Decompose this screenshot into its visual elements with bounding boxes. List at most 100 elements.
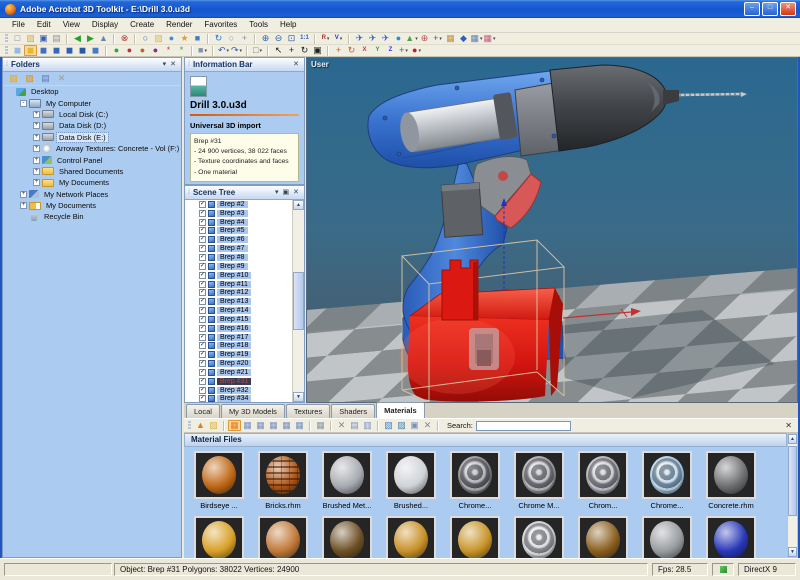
- visibility-checkbox[interactable]: ✓: [199, 272, 206, 279]
- open-file-icon[interactable]: ▨: [24, 33, 37, 44]
- material-item[interactable]: [642, 516, 692, 558]
- material-thumbnail[interactable]: [258, 451, 308, 499]
- snapshot-icon[interactable]: ▦: [444, 33, 457, 44]
- particle-green-icon[interactable]: *: [175, 45, 188, 56]
- scene-tree-close-button[interactable]: ✕: [291, 187, 301, 199]
- axis-z-icon[interactable]: Z: [384, 45, 397, 56]
- dropdown-arrow-icon[interactable]: ▾: [439, 36, 442, 42]
- view-tiles-icon[interactable]: ▦: [293, 420, 306, 431]
- select-arrow-icon[interactable]: ↖: [272, 45, 285, 56]
- redo-icon[interactable]: ↷▾: [230, 45, 243, 56]
- folders-close-button[interactable]: ✕: [168, 59, 178, 71]
- visibility-checkbox[interactable]: ✓: [199, 387, 206, 394]
- navigate-icon[interactable]: ◆: [457, 33, 470, 44]
- material-thumbnail[interactable]: [578, 451, 628, 499]
- folder-item-arroway-textures-concrete-vol-f[interactable]: +Arroway Textures: Concrete - Vol (F:): [3, 143, 181, 154]
- zoom-out-icon[interactable]: ⊖: [272, 33, 285, 44]
- material-item-chrome[interactable]: Chrome...: [450, 451, 500, 510]
- material-thumbnail[interactable]: [578, 516, 628, 558]
- shade-flat-icon[interactable]: ◼: [89, 45, 102, 56]
- select-all-icon[interactable]: ▦: [314, 420, 327, 431]
- rotate-tool-icon[interactable]: ↻: [298, 45, 311, 56]
- material-item-birdseye[interactable]: Birdseye ...: [194, 451, 244, 510]
- visibility-checkbox[interactable]: ✓: [199, 395, 206, 402]
- delete-folder-icon[interactable]: ✕: [55, 73, 68, 84]
- scene-tree-menu-button[interactable]: ▾: [273, 187, 281, 199]
- shade-solid-icon[interactable]: ◼: [50, 45, 63, 56]
- material-dark-icon[interactable]: ●: [149, 45, 162, 56]
- browse-folder-icon[interactable]: ▨: [152, 33, 165, 44]
- folder-item-local-disk-c[interactable]: +Local Disk (C:): [3, 109, 181, 120]
- dropdown-arrow-icon[interactable]: ▾: [340, 36, 343, 42]
- dropdown-arrow-icon[interactable]: ▾: [327, 36, 330, 42]
- back-icon[interactable]: ◀: [71, 33, 84, 44]
- visibility-checkbox[interactable]: ✓: [199, 351, 206, 358]
- material-item[interactable]: [258, 516, 308, 558]
- visibility-checkbox[interactable]: ✓: [199, 316, 206, 323]
- scene-tree-item-brep-17[interactable]: ✓Brep #17: [194, 333, 293, 342]
- material-thumbnail[interactable]: [514, 516, 564, 558]
- render-mode-icon[interactable]: R▾: [319, 33, 332, 44]
- visibility-checkbox[interactable]: ✓: [199, 245, 206, 252]
- pan-icon[interactable]: +: [238, 33, 251, 44]
- material-thumbnail[interactable]: [706, 451, 756, 499]
- folder-item-my-documents[interactable]: +My Documents: [3, 177, 181, 188]
- tab-shaders[interactable]: Shaders: [331, 404, 375, 418]
- material-item-brushed[interactable]: Brushed...: [386, 451, 436, 510]
- view-preset-icon[interactable]: V▾: [332, 33, 345, 44]
- material-sphere-icon[interactable]: ●: [136, 45, 149, 56]
- export-material-icon[interactable]: ▨: [395, 420, 408, 431]
- scene-tree-scrollbar[interactable]: ▲ ▼: [292, 200, 304, 402]
- save-library-icon[interactable]: ▣: [408, 420, 421, 431]
- folder-item-my-computer[interactable]: -My Computer: [3, 97, 181, 108]
- menu-edit[interactable]: Edit: [31, 18, 57, 32]
- visibility-checkbox[interactable]: ✓: [199, 219, 206, 226]
- visibility-checkbox[interactable]: ✓: [199, 334, 206, 341]
- dropdown-arrow-icon[interactable]: ▾: [259, 48, 262, 54]
- scene-tree-item-brep-15[interactable]: ✓Brep #15: [194, 315, 293, 324]
- scene-tree-item-brep-6[interactable]: ✓Brep #6: [194, 235, 293, 244]
- scroll-down-arrow[interactable]: ▼: [293, 392, 304, 402]
- visibility-checkbox[interactable]: ✓: [199, 227, 206, 234]
- visibility-checkbox[interactable]: ✓: [199, 342, 206, 349]
- scene-tree-item-brep-19[interactable]: ✓Brep #19: [194, 350, 293, 359]
- up-one-level-icon[interactable]: ▲: [97, 33, 110, 44]
- scene-tree-item-brep-8[interactable]: ✓Brep #8: [194, 253, 293, 262]
- new-document-icon[interactable]: □: [11, 33, 24, 44]
- scene-tree-item-brep-10[interactable]: ✓Brep #10: [194, 271, 293, 280]
- import-material-icon[interactable]: ▧: [382, 420, 395, 431]
- shade-textured-icon[interactable]: ◼: [63, 45, 76, 56]
- tab-my-3d-models[interactable]: My 3D Models: [221, 404, 285, 418]
- visibility-checkbox[interactable]: ✓: [199, 201, 206, 208]
- material-thumbnail[interactable]: [322, 451, 372, 499]
- view-thumbnails-icon[interactable]: ▦: [228, 420, 241, 431]
- new-folder-icon[interactable]: ▨: [7, 73, 20, 84]
- scroll-up-arrow[interactable]: ▲: [293, 200, 304, 210]
- expand-toggle[interactable]: +: [33, 179, 40, 186]
- material-thumbnail[interactable]: [258, 516, 308, 558]
- globe-icon[interactable]: ●: [392, 33, 405, 44]
- up-folder-icon[interactable]: ▨: [23, 73, 36, 84]
- tab-materials[interactable]: Materials: [376, 402, 425, 418]
- folder-item-my-documents[interactable]: +My Documents: [3, 200, 181, 211]
- material-item-chrom[interactable]: Chrom...: [578, 451, 628, 510]
- 3d-viewport[interactable]: User: [306, 57, 798, 403]
- material-item-chrome-m[interactable]: Chrome M...: [514, 451, 564, 510]
- tab-local[interactable]: Local: [186, 404, 220, 418]
- visibility-checkbox[interactable]: ✓: [199, 378, 206, 385]
- scene-tree-item-brep-32[interactable]: ✓Brep #32: [194, 386, 293, 395]
- refresh-view-icon[interactable]: ▤: [39, 73, 52, 84]
- material-thumbnail[interactable]: [386, 516, 436, 558]
- tab-textures[interactable]: Textures: [286, 404, 330, 418]
- expand-toggle[interactable]: +: [33, 122, 40, 129]
- remove-material-icon[interactable]: ✕: [421, 420, 434, 431]
- glide-tool-icon[interactable]: ✈: [366, 33, 379, 44]
- material-item[interactable]: [514, 516, 564, 558]
- undo-icon[interactable]: ↶▾: [217, 45, 230, 56]
- dropdown-arrow-icon[interactable]: ▾: [405, 48, 408, 54]
- visibility-checkbox[interactable]: ✓: [199, 254, 206, 261]
- fly-tool-icon[interactable]: ✈: [353, 33, 366, 44]
- shade-gold-icon[interactable]: ◼: [24, 45, 37, 56]
- scene-tree-item-brep-34[interactable]: ✓Brep #34: [194, 395, 293, 402]
- visibility-checkbox[interactable]: ✓: [199, 325, 206, 332]
